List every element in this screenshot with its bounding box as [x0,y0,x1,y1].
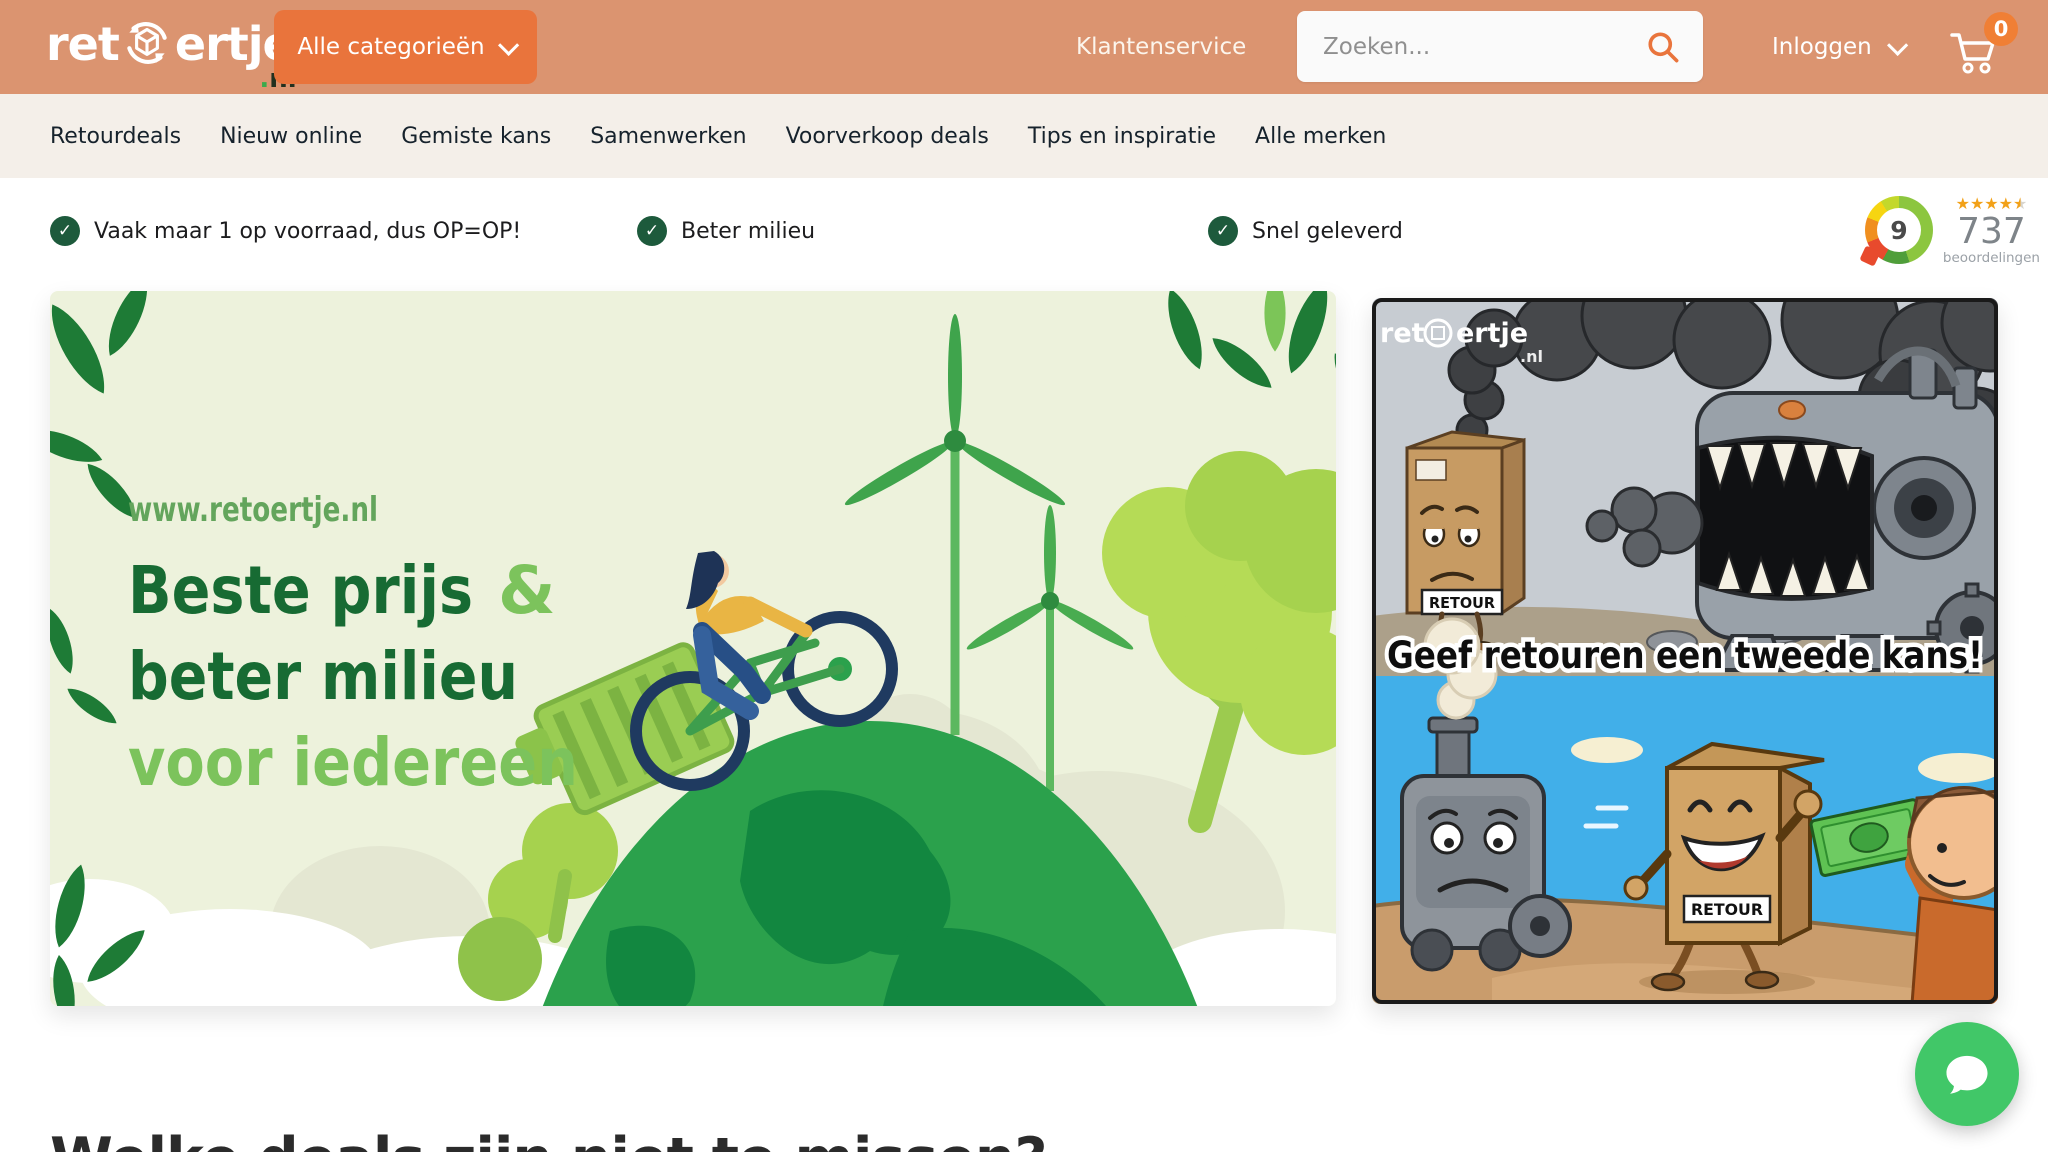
hero-banner-right[interactable]: RETOUR ret ertje .nl [1372,298,1998,1004]
chat-bubble-icon [1938,1045,1996,1103]
review-count: 737 [1957,213,2026,251]
logo-text-left: ret [46,12,119,76]
chat-button[interactable] [1915,1022,2019,1126]
page: ret ertje .nl Alle categorieën Klantense… [0,0,2048,1152]
usp-label: Snel geleverd [1252,219,1403,244]
check-icon [50,216,80,246]
review-score-widget[interactable]: 9 737 beoordelingen [1865,196,2040,265]
usp-item: Vaak maar 1 op voorraad, dus OP=OP! [50,216,521,246]
nav-item-samenwerken[interactable]: Samenwerken [590,124,746,149]
hero-headline-line3: voor iedereen [128,724,578,801]
categories-button[interactable]: Alle categorieën [274,10,537,84]
hero-headline-line1: Beste prijs [128,552,473,629]
hero-headline-amp: & [498,552,556,629]
login-label: Inloggen [1772,34,1872,60]
usp-label: Beter milieu [681,219,815,244]
nav-item-retourdeals[interactable]: Retourdeals [50,124,181,149]
hero-banner-left[interactable]: www.retoertje.nl Beste prijs & beter mil… [50,291,1336,1006]
rating-score: 9 [1865,196,1933,264]
nav-item-voorverkoop-deals[interactable]: Voorverkoop deals [786,124,989,149]
hero-headline-line2: beter milieu [128,638,518,715]
site-logo[interactable]: ret ertje .nl [46,12,293,76]
section-heading-text: Welke deals zijn niet te missen? [50,1128,1350,1152]
nav-item-gemiste-kans[interactable]: Gemiste kans [401,124,551,149]
usp-label: Vaak maar 1 op voorraad, dus OP=OP! [94,219,521,244]
cart-button[interactable]: 0 [1950,22,2020,78]
eco-illustration: www.retoertje.nl Beste prijs & beter mil… [50,291,1336,1006]
hero-website-url: www.retoertje.nl [128,490,378,530]
review-count-label: beoordelingen [1943,251,2040,265]
usp-item: Snel geleverd [1208,216,1403,246]
customer-service-link[interactable]: Klantenservice [1076,0,1246,94]
retour-label-bottom: RETOUR [1691,900,1763,919]
nav-item-tips-en-inspiratie[interactable]: Tips en inspiratie [1028,124,1216,149]
section-heading-partial: Welke deals zijn niet te missen? [50,1128,1350,1152]
recycle-box-logo-icon [120,16,174,70]
retour-label-top: RETOUR [1429,594,1495,612]
nav-item-nieuw-online[interactable]: Nieuw online [220,124,362,149]
usp-bar: Vaak maar 1 op voorraad, dus OP=OP! Bete… [0,178,2048,268]
chevron-down-icon [498,34,519,55]
watermark-text-left: ret [1380,318,1425,349]
retour-cartoon: RETOUR ret ertje .nl [1372,298,1998,1004]
hero-right-caption: Geef retouren een tweede kans! [1387,634,1983,677]
main-nav: Retourdeals Nieuw online Gemiste kans Sa… [0,94,2048,178]
nav-item-alle-merken[interactable]: Alle merken [1255,124,1386,149]
watermark-text-right: ertje [1456,318,1528,349]
search-input[interactable] [1321,33,1643,61]
search-icon[interactable] [1643,27,1683,67]
chevron-down-icon [1887,34,1908,55]
header: ret ertje .nl Alle categorieën Klantense… [0,0,2048,94]
categories-button-label: Alle categorieën [297,34,484,60]
watermark-tld: .nl [1520,347,1543,366]
check-icon [637,216,667,246]
rating-ring: 9 [1865,196,1933,264]
cartoon-top-scene: RETOUR ret ertje .nl [1372,298,1998,676]
search-box [1297,11,1703,82]
login-button[interactable]: Inloggen [1772,0,1903,94]
cart-count-badge: 0 [1984,12,2018,46]
check-icon [1208,216,1238,246]
usp-item: Beter milieu [637,216,815,246]
